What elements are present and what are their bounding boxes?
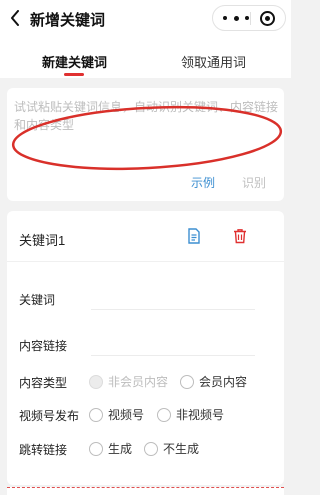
radio-non-member-content[interactable]: 非会员内容 [89, 373, 168, 390]
radio-label: 非会员内容 [108, 375, 169, 389]
radio-member-content[interactable]: 会员内容 [180, 373, 247, 390]
radio-circle [89, 407, 103, 422]
chevron-left-icon [11, 10, 19, 26]
back-button[interactable] [6, 7, 24, 29]
keyword-label: 关键词 [19, 293, 56, 307]
target-circle-icon[interactable] [260, 11, 275, 26]
content-link-input[interactable] [91, 355, 255, 356]
radio-label: 非视频号 [176, 408, 225, 422]
radio-circle [144, 441, 158, 456]
tab-claim-general-keyword[interactable]: 领取通用词 [181, 52, 246, 71]
radio-circle [180, 374, 194, 389]
radio-circle [89, 441, 103, 456]
tab-new-keyword[interactable]: 新建关键词 [42, 52, 107, 71]
content-link-label: 内容链接 [19, 339, 68, 353]
paste-card: 试试粘贴关键词信息，自动识别关键词、内容链接和内容类型 示例 识别 [7, 88, 284, 201]
keyword-card: 关键词1 关键词 内容链接 内容类型 非会员内容 会员内容 视频号发布 视频号 … [7, 211, 284, 485]
radio-circle [157, 407, 171, 422]
radio-not-generate[interactable]: 不生成 [144, 440, 199, 457]
jump-link-label: 跳转链接 [19, 443, 68, 457]
example-button[interactable]: 示例 [191, 174, 215, 191]
tab-active-indicator [64, 73, 84, 76]
radio-label: 生成 [108, 442, 133, 456]
trash-icon[interactable] [233, 228, 247, 244]
keyword-input[interactable] [91, 309, 255, 310]
radio-label: 视频号 [108, 408, 145, 422]
red-annotation-ellipse [11, 105, 283, 171]
identify-button[interactable]: 识别 [242, 174, 266, 191]
radio-generate[interactable]: 生成 [89, 440, 132, 457]
mini-program-capsule [212, 5, 286, 31]
page-title: 新增关键词 [30, 12, 106, 29]
document-icon[interactable] [187, 228, 201, 244]
tab-bar: 新建关键词 领取通用词 [0, 38, 291, 78]
channel-publish-label: 视频号发布 [19, 409, 80, 423]
more-dots-icon[interactable] [223, 14, 249, 22]
radio-circle [89, 374, 103, 389]
card-divider [7, 261, 284, 262]
next-card-edge [7, 487, 284, 495]
radio-channel[interactable]: 视频号 [89, 406, 144, 423]
radio-label: 会员内容 [199, 375, 248, 389]
radio-label: 不生成 [163, 442, 200, 456]
capsule-divider [250, 12, 251, 25]
navigation-bar: 新增关键词 [0, 0, 291, 38]
keyword-card-title: 关键词1 [19, 233, 66, 248]
radio-non-channel[interactable]: 非视频号 [157, 406, 224, 423]
content-type-label: 内容类型 [19, 376, 68, 390]
